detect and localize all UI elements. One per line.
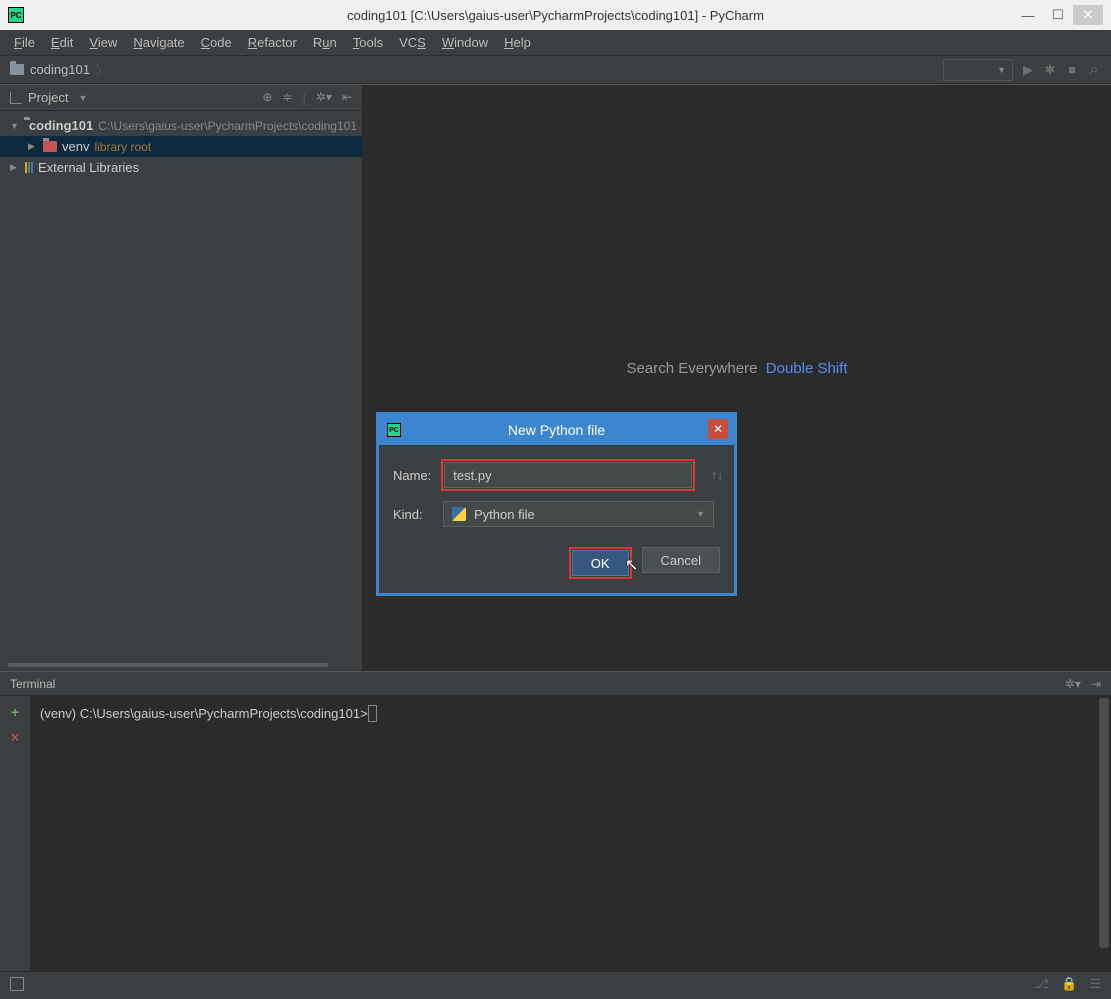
pycharm-icon: PC — [387, 423, 401, 437]
close-session-button[interactable]: ✕ — [10, 730, 21, 746]
filename-input[interactable] — [444, 462, 692, 488]
kind-label: Kind: — [393, 507, 433, 522]
tree-external-libraries[interactable]: ▶ External Libraries — [0, 157, 362, 178]
python-file-icon — [452, 507, 466, 521]
minimize-button[interactable]: — — [1013, 5, 1043, 25]
dialog-title: New Python file — [508, 422, 605, 438]
menu-bar: File Edit View Navigate Code Refactor Ru… — [0, 30, 1111, 56]
kind-dropdown[interactable]: Python file ▼ — [443, 501, 714, 527]
gear-icon[interactable]: ✲▾ — [1065, 677, 1081, 691]
project-view-dropdown[interactable]: ▼ — [78, 93, 87, 103]
hide-icon[interactable]: ⇥ — [1091, 677, 1101, 691]
menu-navigate[interactable]: Navigate — [125, 30, 192, 55]
libraries-icon — [25, 162, 33, 173]
vertical-scrollbar[interactable] — [1099, 698, 1109, 948]
project-panel-title: Project — [28, 90, 68, 105]
toolbar-right: ▼ ▶ ✱ ■ ⌕ — [943, 59, 1101, 81]
locate-icon[interactable]: ⊕ — [262, 90, 272, 105]
run-icon[interactable]: ▶ — [1021, 63, 1035, 77]
chevron-right-icon[interactable]: ▶ — [10, 162, 20, 173]
run-configuration-dropdown[interactable]: ▼ — [943, 59, 1013, 81]
status-bar: ⎇ 🔒 ☰ — [0, 971, 1111, 995]
folder-icon — [10, 64, 24, 75]
terminal-body: + ✕ (venv) C:\Users\gaius-user\PycharmPr… — [0, 696, 1111, 971]
breadcrumb[interactable]: coding101 〉 — [10, 60, 109, 79]
tree-ext-label: External Libraries — [38, 160, 139, 175]
dialog-title-bar[interactable]: PC New Python file ✕ — [379, 415, 734, 445]
close-button[interactable]: ✕ — [1073, 5, 1103, 25]
terminal-gutter: + ✕ — [0, 696, 30, 971]
cancel-button[interactable]: Cancel — [642, 547, 720, 573]
chevron-down-icon: ▼ — [696, 509, 705, 519]
new-session-button[interactable]: + — [11, 704, 19, 720]
menu-refactor[interactable]: Refactor — [240, 30, 305, 55]
debug-icon[interactable]: ✱ — [1043, 63, 1057, 77]
breadcrumb-root: coding101 — [30, 62, 90, 77]
terminal-tool-window: Terminal ✲▾ ⇥ + ✕ (venv) C:\Users\gaius-… — [0, 671, 1111, 971]
tree-project-root[interactable]: ▼ coding101 C:\Users\gaius-user\PycharmP… — [0, 115, 362, 136]
notifications-icon[interactable]: ☰ — [1089, 976, 1101, 992]
menu-run[interactable]: Run — [305, 30, 345, 55]
dialog-name-row: Name: ↑↓ — [393, 459, 720, 491]
menu-code[interactable]: Code — [193, 30, 240, 55]
name-label: Name: — [393, 468, 431, 483]
project-tool-window: Project ▼ ⊕ ≑ | ✲▾ ⇤ ▼ coding101 C:\User… — [0, 85, 363, 671]
terminal-header: Terminal ✲▾ ⇥ — [0, 672, 1111, 696]
stop-icon[interactable]: ■ — [1065, 63, 1079, 77]
highlight-box — [441, 459, 695, 491]
menu-window[interactable]: Window — [434, 30, 496, 55]
hide-icon[interactable]: ⇤ — [342, 90, 352, 105]
pycharm-icon: PC — [8, 7, 24, 23]
project-view-icon — [10, 92, 22, 104]
maximize-button[interactable]: ☐ — [1043, 5, 1073, 25]
menu-tools[interactable]: Tools — [345, 30, 391, 55]
chevron-right-icon[interactable]: ▶ — [28, 141, 38, 152]
folder-icon — [43, 141, 57, 152]
menu-file[interactable]: File — [6, 30, 43, 55]
search-icon[interactable]: ⌕ — [1087, 63, 1101, 77]
branch-icon[interactable]: ⎇ — [1034, 976, 1049, 992]
tree-venv[interactable]: ▶ venv library root — [0, 136, 362, 157]
tree-venv-name: venv — [62, 139, 89, 154]
sort-icon[interactable]: ↑↓ — [711, 468, 723, 482]
lock-icon[interactable]: 🔒 — [1061, 976, 1077, 992]
chevron-down-icon[interactable]: ▼ — [10, 121, 19, 131]
tree-root-path: C:\Users\gaius-user\PycharmProjects\codi… — [98, 119, 357, 133]
tree-venv-hint: library root — [94, 140, 151, 154]
terminal-title: Terminal — [10, 677, 55, 691]
title-bar: PC coding101 [C:\Users\gaius-user\Pychar… — [0, 0, 1111, 30]
menu-edit[interactable]: Edit — [43, 30, 81, 55]
gear-icon[interactable]: ✲▾ — [316, 90, 332, 105]
collapse-icon[interactable]: ≑ — [282, 90, 292, 105]
window-controls: — ☐ ✕ — [1013, 5, 1103, 25]
tree-root-name: coding101 — [29, 118, 93, 133]
dialog-close-button[interactable]: ✕ — [708, 419, 728, 439]
menu-vcs[interactable]: VCS — [391, 30, 434, 55]
terminal-prompt: (venv) C:\Users\gaius-user\PycharmProjec… — [40, 706, 368, 721]
dialog-button-row: OK Cancel — [393, 547, 720, 579]
terminal-content[interactable]: (venv) C:\Users\gaius-user\PycharmProjec… — [30, 696, 1111, 971]
search-everywhere-hint: Search Everywhere Double Shift — [627, 360, 848, 377]
menu-help[interactable]: Help — [496, 30, 539, 55]
chevron-right-icon: 〉 — [96, 60, 109, 79]
tool-windows-icon[interactable] — [10, 977, 24, 991]
horizontal-scrollbar[interactable] — [8, 663, 328, 667]
ok-button[interactable]: OK — [572, 550, 629, 576]
kind-value: Python file — [474, 507, 535, 522]
navigation-bar: coding101 〉 ▼ ▶ ✱ ■ ⌕ — [0, 56, 1111, 84]
menu-view[interactable]: View — [81, 30, 125, 55]
shortcut-label: Double Shift — [766, 360, 848, 377]
project-tree[interactable]: ▼ coding101 C:\Users\gaius-user\PycharmP… — [0, 111, 362, 182]
dialog-kind-row: Kind: Python file ▼ — [393, 501, 720, 527]
window-title: coding101 [C:\Users\gaius-user\PycharmPr… — [347, 8, 764, 23]
project-panel-header: Project ▼ ⊕ ≑ | ✲▾ ⇤ — [0, 85, 362, 111]
highlight-box: OK — [569, 547, 632, 579]
new-python-file-dialog: PC New Python file ✕ Name: ↑↓ Kind: Pyth… — [376, 412, 737, 596]
